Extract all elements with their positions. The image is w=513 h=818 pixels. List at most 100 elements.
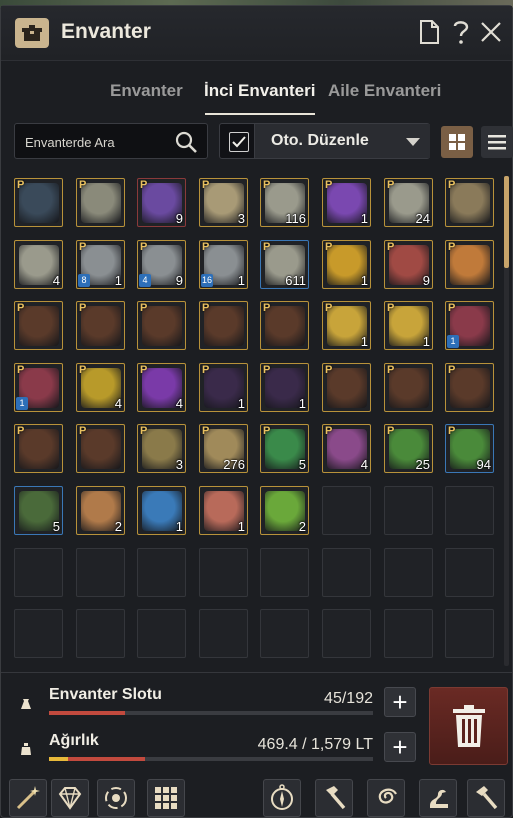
grid-view-button[interactable]	[441, 126, 473, 158]
inventory-slot[interactable]: P 116	[260, 178, 309, 227]
inventory-slot[interactable]: 1	[137, 486, 186, 535]
dragon-icon	[430, 789, 448, 808]
item-count: 1	[360, 273, 368, 288]
inventory-slot[interactable]: P 8 1	[76, 240, 125, 289]
tab-pearl-inventory[interactable]: İnci Envanteri	[204, 81, 315, 101]
inventory-slot[interactable]: P1	[322, 301, 371, 350]
inventory-slot[interactable]: P	[445, 240, 494, 289]
inventory-slot[interactable]: 2	[76, 486, 125, 535]
tab-family-inventory[interactable]: Aile Envanteri	[328, 81, 441, 101]
add-slot-button[interactable]: +	[384, 687, 416, 717]
inventory-slot[interactable]: P1	[322, 240, 371, 289]
gem-cycle-button[interactable]	[97, 779, 135, 817]
empty-slot[interactable]	[260, 609, 309, 658]
inventory-slot[interactable]: P1	[445, 301, 494, 350]
empty-slot[interactable]	[384, 548, 433, 597]
inventory-slot[interactable]: P	[445, 363, 494, 412]
inventory-slot[interactable]: P1	[14, 363, 63, 412]
trash-button[interactable]	[429, 687, 508, 765]
empty-slot[interactable]	[322, 609, 371, 658]
inventory-slot[interactable]: 4	[14, 240, 63, 289]
inventory-slot[interactable]: P 4 9	[137, 240, 186, 289]
hammer-button[interactable]	[315, 779, 353, 817]
sort-dropdown[interactable]: Oto. Düzenle	[254, 124, 430, 158]
repair-hammer-button[interactable]	[467, 779, 505, 817]
weight-value: 469.4 / 1,579 LT	[257, 736, 373, 753]
empty-slot[interactable]	[137, 609, 186, 658]
inventory-slot[interactable]: P 24	[384, 178, 433, 227]
help-icon[interactable]	[447, 17, 475, 47]
pearl-badge: P	[79, 302, 87, 314]
chest-icon	[450, 368, 490, 408]
inventory-slot[interactable]: P3	[137, 424, 186, 473]
tile-grid-button[interactable]	[147, 779, 185, 817]
title-bar[interactable]: Envanter	[1, 6, 512, 61]
empty-slot[interactable]	[76, 609, 125, 658]
search-icon[interactable]	[174, 130, 198, 154]
inventory-slot[interactable]: P3	[199, 178, 248, 227]
empty-slot[interactable]	[322, 486, 371, 535]
inventory-slot[interactable]: P 611	[260, 240, 309, 289]
inventory-slot[interactable]: P	[14, 178, 63, 227]
search-input[interactable]	[25, 132, 165, 152]
list-view-button[interactable]	[481, 126, 513, 158]
inventory-slot[interactable]: P	[445, 178, 494, 227]
inventory-slot[interactable]: P 94	[445, 424, 494, 473]
scrollbar-thumb[interactable]	[504, 176, 509, 268]
crystal-button[interactable]	[51, 779, 89, 817]
empty-slot[interactable]	[199, 609, 248, 658]
empty-slot[interactable]	[445, 609, 494, 658]
auto-sort-checkbox[interactable]	[229, 132, 249, 152]
inventory-slot[interactable]: P	[14, 424, 63, 473]
inventory-slot[interactable]: P 16 1	[199, 240, 248, 289]
inventory-slot[interactable]: P	[76, 424, 125, 473]
pearl-badge: P	[387, 364, 395, 376]
magic-wand-button[interactable]	[9, 779, 47, 817]
inventory-slot[interactable]: 2	[260, 486, 309, 535]
chevron-down-icon	[406, 138, 420, 146]
empty-slot[interactable]	[14, 609, 63, 658]
dragon-button[interactable]	[419, 779, 457, 817]
pearl-badge: P	[140, 425, 148, 437]
inventory-slot[interactable]: P9	[384, 240, 433, 289]
empty-slot[interactable]	[445, 486, 494, 535]
inventory-slot[interactable]: P1	[260, 363, 309, 412]
inventory-slot[interactable]: P	[76, 178, 125, 227]
inventory-slot[interactable]: P	[199, 301, 248, 350]
inventory-slot[interactable]: P 25	[384, 424, 433, 473]
item-count: 4	[360, 457, 368, 472]
inventory-slot[interactable]: P4	[137, 363, 186, 412]
empty-slot[interactable]	[199, 548, 248, 597]
compass-rose-button[interactable]	[263, 779, 301, 817]
document-icon[interactable]	[415, 17, 443, 47]
inventory-slot[interactable]: P4	[76, 363, 125, 412]
empty-slot[interactable]	[445, 548, 494, 597]
inventory-slot[interactable]: P	[76, 301, 125, 350]
inventory-slot[interactable]: P1	[322, 178, 371, 227]
inventory-slot[interactable]: P1	[199, 363, 248, 412]
inventory-slot[interactable]: P1	[384, 301, 433, 350]
inventory-slot[interactable]: P	[14, 301, 63, 350]
add-weight-button[interactable]: +	[384, 732, 416, 762]
inventory-slot[interactable]: P	[137, 301, 186, 350]
inventory-slot[interactable]: 5	[14, 486, 63, 535]
inventory-scrollbar[interactable]	[504, 176, 509, 666]
empty-slot[interactable]	[137, 548, 186, 597]
empty-slot[interactable]	[260, 548, 309, 597]
close-icon[interactable]	[477, 17, 505, 47]
inventory-slot[interactable]: P4	[322, 424, 371, 473]
inventory-slot[interactable]: P9	[137, 178, 186, 227]
inventory-slot[interactable]: P 276	[199, 424, 248, 473]
inventory-slot[interactable]: P5	[260, 424, 309, 473]
inventory-slot[interactable]: 1	[199, 486, 248, 535]
inventory-slot[interactable]: P	[260, 301, 309, 350]
empty-slot[interactable]	[322, 548, 371, 597]
empty-slot[interactable]	[76, 548, 125, 597]
swirl-button[interactable]	[367, 779, 405, 817]
inventory-slot[interactable]: P	[384, 363, 433, 412]
empty-slot[interactable]	[384, 486, 433, 535]
tab-inventory[interactable]: Envanter	[110, 81, 183, 101]
empty-slot[interactable]	[14, 548, 63, 597]
empty-slot[interactable]	[384, 609, 433, 658]
inventory-slot[interactable]: P	[322, 363, 371, 412]
